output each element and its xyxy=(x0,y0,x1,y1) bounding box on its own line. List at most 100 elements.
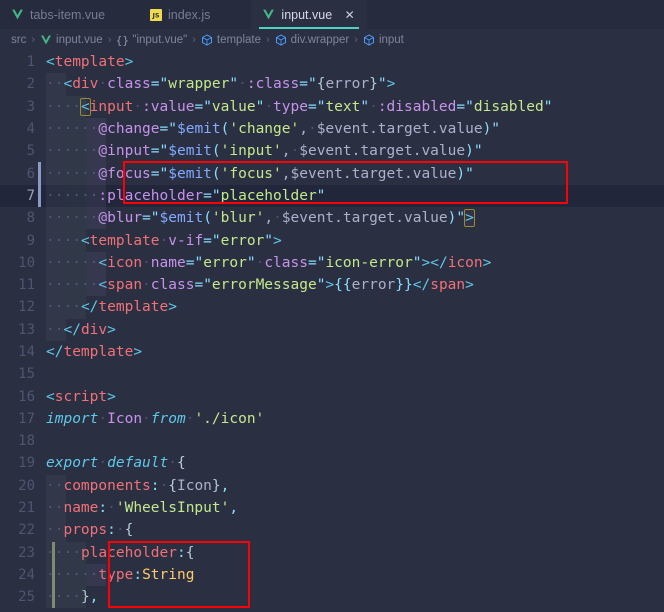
code-text: ····<input·:value="value"·type="text"·:d… xyxy=(46,97,553,116)
code-text: ····placeholder:{ xyxy=(46,544,195,561)
breadcrumb-label: input.vue xyxy=(56,34,103,46)
code-text: export·default·{ xyxy=(46,455,186,472)
code-text: ··components:·{Icon}, xyxy=(46,477,230,494)
code-text: ······@focus="$emit('focus',$event.targe… xyxy=(46,165,474,182)
breadcrumb-item-src[interactable]: src xyxy=(11,34,26,46)
code-line[interactable]: 12 ····</template> xyxy=(0,296,664,319)
breadcrumb-separator: › xyxy=(266,34,270,46)
code-text: ····}, xyxy=(46,589,99,606)
code-line[interactable]: 20 ··components:·{Icon}, xyxy=(0,474,664,497)
breadcrumb-separator: › xyxy=(31,34,36,46)
code-line[interactable]: 17 import·Icon·from·'./icon' xyxy=(0,408,664,430)
tab-input-vue[interactable]: input.vue ✕ xyxy=(251,0,368,29)
code-line[interactable]: 22 ··props:·{ xyxy=(0,519,664,542)
code-line[interactable]: 25 ····}, xyxy=(0,586,664,609)
code-text: import·Icon·from·'./icon' xyxy=(46,410,265,427)
code-line[interactable]: 2 ··<div·class="wrapper"·:class="{error}… xyxy=(0,73,664,96)
code-line[interactable]: 18 xyxy=(0,430,664,452)
code-line[interactable]: 24 ······type:String xyxy=(0,563,664,587)
tab-label: index.js xyxy=(168,7,211,22)
code-line[interactable]: 8 ······@blur="$emit('blur',·$event.targ… xyxy=(0,207,664,230)
line-number: 17 xyxy=(18,410,35,427)
code-line[interactable]: 4 ······@change="$emit('change',·$event.… xyxy=(0,117,664,141)
git-modified-marker xyxy=(52,541,55,564)
js-file-icon: JS xyxy=(149,8,162,21)
breadcrumb-item-input[interactable]: input xyxy=(363,34,404,46)
code-text: ······@blur="$emit('blur',·$event.target… xyxy=(46,209,475,228)
code-text: ··name:·'WheelsInput', xyxy=(46,500,239,517)
code-line[interactable]: 21 ··name:·'WheelsInput', xyxy=(0,496,664,520)
line-number: 13 xyxy=(18,321,35,338)
editor-tab-bar: tabs-item.vue JS index.js input.vue ✕ xyxy=(0,0,664,29)
line-number: 15 xyxy=(18,366,35,383)
breadcrumb-label: "input.vue" xyxy=(132,34,188,46)
code-text: ······<icon·name="error"·class="icon-err… xyxy=(46,254,492,271)
code-text: </template> xyxy=(46,344,143,360)
breadcrumb-item-input-vue[interactable]: input.vue xyxy=(40,34,103,46)
line-number: 11 xyxy=(18,277,35,294)
breadcrumb-item-module[interactable]: {} "input.vue" xyxy=(115,33,188,47)
breadcrumb-label: div.wrapper xyxy=(290,34,350,46)
line-number: 2 xyxy=(26,76,35,93)
code-text: ····<template·v-if="error"> xyxy=(46,232,282,249)
line-number: 3 xyxy=(26,98,35,115)
line-number: 22 xyxy=(18,522,35,539)
code-text: ······<span·class="errorMessage">{{error… xyxy=(46,277,474,294)
code-line[interactable]: 10 ······<icon·name="error"·class="icon-… xyxy=(0,251,664,274)
svg-text:JS: JS xyxy=(151,11,159,19)
line-number: 5 xyxy=(26,143,35,160)
breadcrumb-separator: › xyxy=(107,34,112,46)
line-number: 4 xyxy=(26,121,35,138)
element-icon xyxy=(363,34,375,46)
code-text: ··</div> xyxy=(46,321,116,338)
tab-tabs-item-vue[interactable]: tabs-item.vue xyxy=(0,0,117,29)
code-line[interactable]: 14 </template> xyxy=(0,341,664,363)
code-text: <template> xyxy=(46,54,134,71)
code-line[interactable]: 3 ····<input·:value="value"·type="text"·… xyxy=(0,95,664,118)
breadcrumb: src › input.vue › {} "input.vue" › templ… xyxy=(0,29,664,51)
line-number: 1 xyxy=(26,54,35,71)
tab-index-js[interactable]: JS index.js xyxy=(138,0,222,29)
tab-label: input.vue xyxy=(281,7,333,22)
line-number: 20 xyxy=(18,477,35,494)
code-line[interactable]: 5 ······@input="$emit('input',·$event.ta… xyxy=(0,140,664,163)
line-number: 12 xyxy=(18,299,35,316)
line-number: 25 xyxy=(18,589,35,606)
cursor-scope-indicator xyxy=(38,162,41,185)
line-number: 21 xyxy=(18,500,35,517)
vscode-editor-window: tabs-item.vue JS index.js input.vue ✕ sr… xyxy=(0,0,664,612)
code-line[interactable]: 1 <template> xyxy=(0,51,664,73)
vue-file-icon xyxy=(262,8,275,21)
line-number: 10 xyxy=(18,254,35,271)
code-line[interactable]: 11 ······<span·class="errorMessage">{{er… xyxy=(0,273,664,297)
cursor-scope-indicator xyxy=(38,184,41,208)
breadcrumb-separator: › xyxy=(354,34,358,46)
code-line[interactable]: 9 ····<template·v-if="error"> xyxy=(0,229,664,252)
line-number: 9 xyxy=(26,232,35,249)
line-number: 18 xyxy=(18,433,35,450)
element-icon xyxy=(201,34,213,46)
breadcrumb-label: template xyxy=(216,34,261,46)
code-line[interactable]: 23 ····placeholder:{ xyxy=(0,541,664,564)
code-text: ······@input="$emit('input',·$event.targ… xyxy=(46,143,483,160)
code-editor[interactable]: 1 <template> 2 ··<div·class="wrapper"·:c… xyxy=(0,51,664,612)
breadcrumb-item-div-wrapper[interactable]: div.wrapper xyxy=(275,34,350,46)
line-number: 8 xyxy=(26,210,35,227)
code-text: ······:placeholder="placeholder" xyxy=(46,187,326,204)
vue-file-icon xyxy=(40,34,52,46)
line-number: 24 xyxy=(18,566,35,583)
code-line[interactable]: 6 ······@focus="$emit('focus',$event.tar… xyxy=(0,162,664,185)
code-line[interactable]: 13 ··</div> xyxy=(0,318,664,341)
breadcrumb-item-template[interactable]: template xyxy=(201,34,261,46)
code-text: ······@change="$emit('change',·$event.ta… xyxy=(46,121,501,138)
vue-file-icon xyxy=(11,8,24,21)
breadcrumb-label: input xyxy=(378,34,404,46)
tab-label: tabs-item.vue xyxy=(30,7,106,22)
code-line[interactable]: 16 <script> xyxy=(0,385,664,407)
braces-icon: {} xyxy=(115,33,129,47)
close-icon[interactable]: ✕ xyxy=(343,8,356,21)
code-text: <script> xyxy=(46,388,116,405)
code-line[interactable]: 19 export·default·{ xyxy=(0,452,664,474)
code-line[interactable]: 15 xyxy=(0,363,664,385)
code-line-active[interactable]: 7 ······:placeholder="placeholder" xyxy=(0,184,664,208)
